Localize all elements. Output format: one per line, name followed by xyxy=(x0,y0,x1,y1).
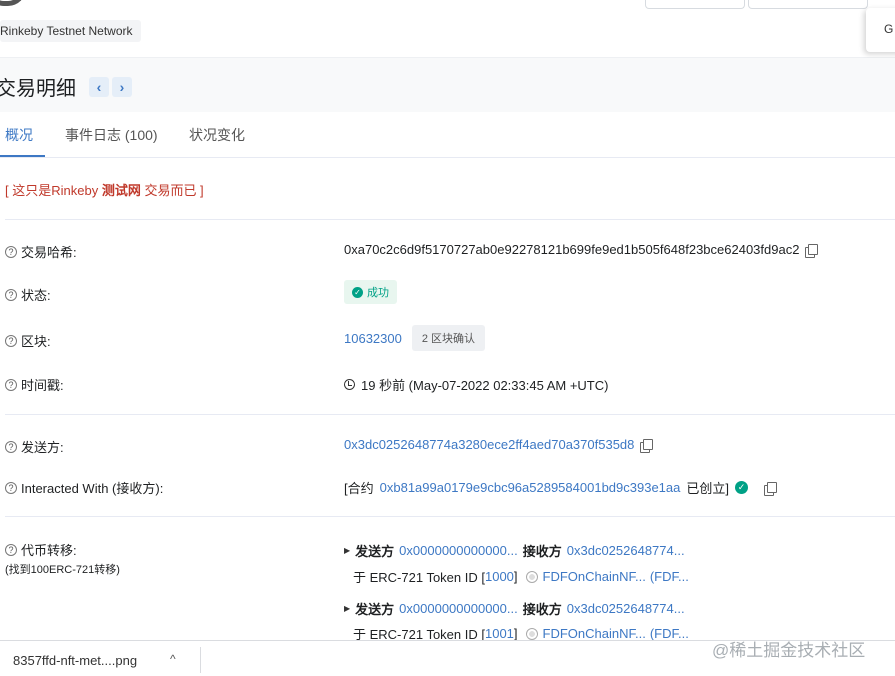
prev-transaction-button[interactable]: ‹ xyxy=(89,77,109,97)
network-badge: Rinkeby Testnet Network xyxy=(0,20,141,42)
token-transfers-label: ? 代币转移: xyxy=(5,540,77,559)
token-transfers-count: (找到100ERC-721转移) xyxy=(5,564,120,576)
caret-right-icon: ▶ xyxy=(344,604,351,613)
from-label: ? 发送方: xyxy=(5,437,64,456)
help-icon[interactable]: ? xyxy=(5,481,17,494)
tab-overview[interactable]: 概况 xyxy=(5,125,33,145)
transfer-from-link[interactable]: 0x0000000000000... xyxy=(399,543,518,558)
transfer-item: ▶ 发送方 0x0000000000000... 接收方 0x3dc025264… xyxy=(344,543,685,559)
chevron-up-icon[interactable]: ^ xyxy=(170,652,176,666)
timestamp-label: ? 时间戳: xyxy=(5,375,64,394)
copy-icon[interactable] xyxy=(805,243,819,258)
timestamp-value: 19 秒前 (May-07-2022 02:33:45 AM +UTC) xyxy=(344,375,608,394)
help-icon[interactable]: ? xyxy=(5,288,17,301)
help-icon[interactable]: ? xyxy=(5,334,17,347)
block-label: ? 区块: xyxy=(5,331,51,350)
transfer-item: ▶ 发送方 0x0000000000000... 接收方 0x3dc025264… xyxy=(344,601,685,617)
side-panel-tab[interactable]: G xyxy=(866,8,895,52)
transfer-token-line: 于 ERC-721 Token ID [1000] FDFOnChainNF..… xyxy=(353,569,689,585)
chevron-left-icon: ‹ xyxy=(96,79,102,95)
copy-icon[interactable] xyxy=(764,481,777,496)
token-id-link[interactable]: 1000 xyxy=(485,569,514,584)
status-badge: ✓ 成功 xyxy=(344,280,397,304)
watermark: @稀土掘金技术社区 xyxy=(712,641,866,660)
header-button-1[interactable] xyxy=(645,0,745,9)
token-id-link[interactable]: 1001 xyxy=(485,626,514,641)
transfer-from-link[interactable]: 0x0000000000000... xyxy=(399,601,518,616)
overview-panel: [ 这只是Rinkeby 测试网 交易而已 ] ? 交易哈希: 0xa70c2c… xyxy=(0,158,895,642)
header-button-2[interactable] xyxy=(748,0,868,9)
divider xyxy=(200,647,201,673)
check-circle-icon: ✓ xyxy=(352,286,363,298)
token-name-link[interactable]: FDFOnChainNF... xyxy=(543,569,646,584)
transfer-to-link[interactable]: 0x3dc0252648774... xyxy=(567,543,685,558)
top-header: Rinkeby Testnet Network G xyxy=(0,0,895,58)
copy-icon[interactable] xyxy=(640,438,654,453)
status-label: ? 状态: xyxy=(5,285,51,304)
interacted-with-value: [合约 0xb81a99a0179e9cbc96a5289584001bd9c3… xyxy=(344,478,777,497)
help-icon[interactable]: ? xyxy=(5,245,17,258)
from-address-link[interactable]: 0x3dc0252648774a3280ece2ff4aed70a370f535… xyxy=(344,437,634,452)
help-icon[interactable]: ? xyxy=(5,543,17,556)
tx-hash-value: 0xa70c2c6d9f5170727ab0e92278121b699fe9ed… xyxy=(344,242,819,258)
status-value: ✓ 成功 xyxy=(344,280,397,304)
from-value: 0x3dc0252648774a3280ece2ff4aed70a370f535… xyxy=(344,437,654,453)
help-icon[interactable]: ? xyxy=(5,378,17,391)
caret-right-icon: ▶ xyxy=(344,546,351,555)
clock-icon xyxy=(344,379,355,390)
active-tab-indicator xyxy=(0,155,45,157)
block-number-link[interactable]: 10632300 xyxy=(344,331,402,346)
divider xyxy=(5,219,895,220)
token-name-link[interactable]: FDFOnChainNF... xyxy=(543,626,646,641)
page-title: 交易明细 xyxy=(0,78,76,100)
tab-state-changes[interactable]: 状况变化 xyxy=(189,125,245,145)
tx-hash-label: ? 交易哈希: xyxy=(5,242,77,261)
verified-check-icon: ✓ xyxy=(735,481,748,494)
download-item[interactable]: 8357ffd-nft-met....png xyxy=(13,653,137,668)
confirmations-badge: 2 区块确认 xyxy=(411,325,486,351)
divider xyxy=(5,414,895,415)
divider xyxy=(5,516,895,517)
tab-bar: 概况 事件日志 (100) 状况变化 xyxy=(0,112,895,158)
contract-address-link[interactable]: 0xb81a99a0179e9cbc96a5289584001bd9c393e1… xyxy=(380,480,681,495)
title-bar: 交易明细 ‹ › xyxy=(0,58,895,112)
logo-icon xyxy=(0,0,26,6)
tab-event-logs[interactable]: 事件日志 (100) xyxy=(65,125,158,145)
next-transaction-button[interactable]: › xyxy=(112,77,132,97)
help-icon[interactable]: ? xyxy=(5,440,17,453)
token-logo-icon xyxy=(525,627,538,640)
token-logo-icon xyxy=(525,570,538,583)
block-value: 10632300 2 区块确认 xyxy=(344,325,486,351)
testnet-notice: [ 这只是Rinkeby 测试网 交易而已 ] xyxy=(5,183,204,198)
interacted-with-label: ? Interacted With (接收方): xyxy=(5,478,163,497)
chevron-right-icon: › xyxy=(119,79,125,95)
transfer-to-link[interactable]: 0x3dc0252648774... xyxy=(567,601,685,616)
